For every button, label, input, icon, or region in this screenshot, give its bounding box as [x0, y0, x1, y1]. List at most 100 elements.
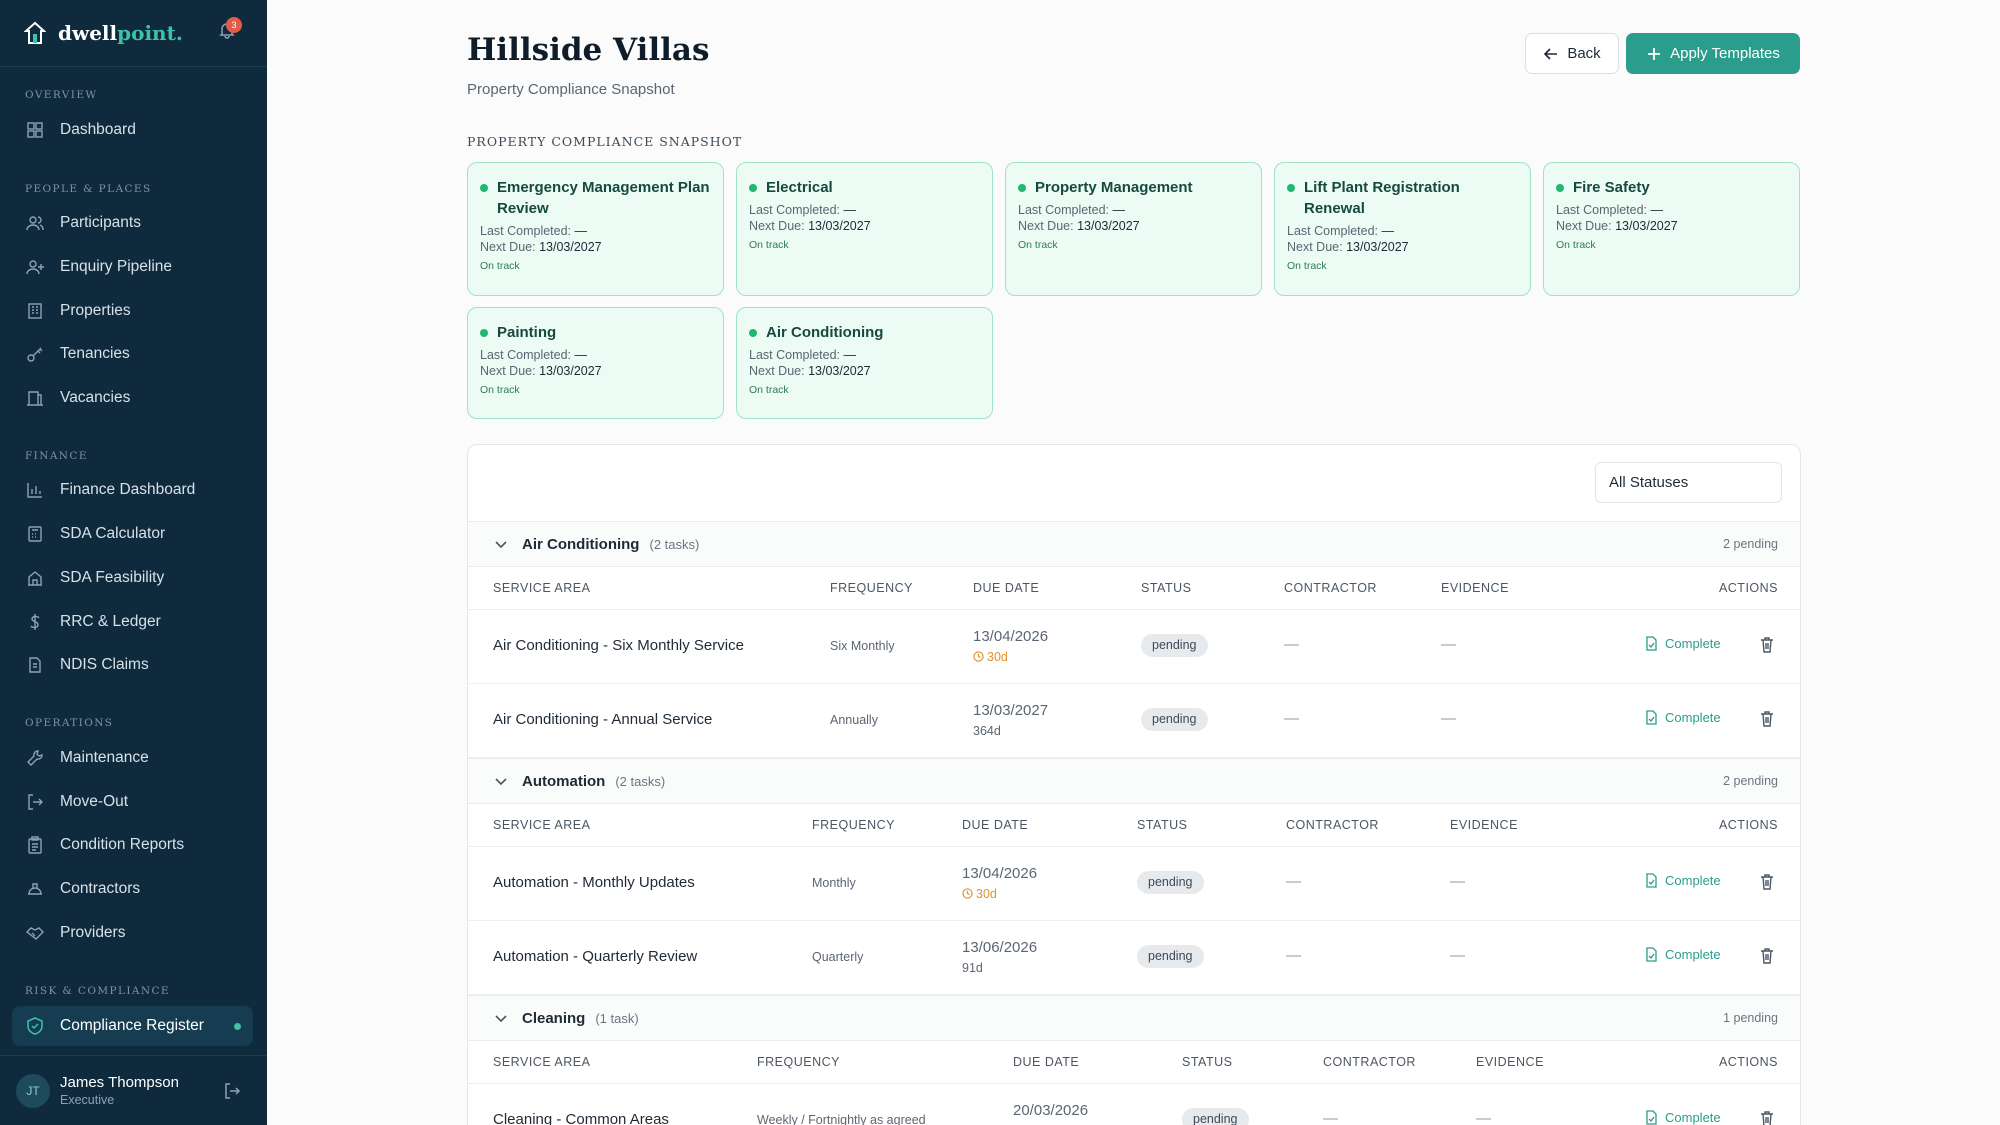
sidebar-item-vacancies[interactable]: Vacancies: [12, 378, 253, 418]
column-header: FREQUENCY: [812, 818, 895, 832]
frequency: Monthly: [812, 876, 856, 890]
complete-button[interactable]: Complete: [1644, 947, 1721, 962]
sidebar-item-maintenance[interactable]: Maintenance: [12, 738, 253, 778]
column-header: EVIDENCE: [1476, 1055, 1544, 1069]
evidence: —: [1441, 710, 1456, 727]
arrow-left-icon: [1544, 47, 1558, 60]
delete-button[interactable]: [1758, 947, 1776, 965]
sidebar-item-condition-reports[interactable]: Condition Reports: [12, 825, 253, 865]
service-area: Automation - Quarterly Review: [493, 948, 698, 965]
delete-button[interactable]: [1758, 1110, 1776, 1125]
group-header[interactable]: Cleaning (1 task) 1 pending: [468, 995, 1800, 1041]
sidebar-item-rrc-ledger[interactable]: RRC & Ledger: [12, 602, 253, 642]
complete-button[interactable]: Complete: [1644, 873, 1721, 888]
last-completed: Last Completed: —: [749, 348, 857, 362]
sidebar-item-tenancies[interactable]: Tenancies: [12, 334, 253, 374]
apply-templates-button[interactable]: Apply Templates: [1626, 33, 1800, 74]
trash-icon: [1761, 874, 1773, 890]
next-due: Next Due: 13/03/2027: [1556, 219, 1678, 233]
complete-button[interactable]: Complete: [1644, 1110, 1721, 1125]
compliance-card[interactable]: Air Conditioning Last Completed: — Next Du…: [736, 307, 993, 419]
sidebar-item-finance-dashboard[interactable]: Finance Dashboard: [12, 470, 253, 510]
user-profile[interactable]: JT James Thompson Executive: [0, 1055, 267, 1125]
last-completed: Last Completed: —: [480, 348, 588, 362]
card-status: On track: [1018, 239, 1058, 251]
sidebar-item-enquiry-pipeline[interactable]: Enquiry Pipeline: [12, 247, 253, 287]
file-check-icon: [1646, 873, 1657, 888]
calculator-icon: [28, 526, 42, 542]
card-status: On track: [749, 384, 789, 396]
group-pending-count: 2 pending: [1723, 537, 1778, 551]
days-remaining: 91d: [962, 961, 983, 975]
frequency: Quarterly: [812, 950, 864, 964]
sidebar-item-sda-feasibility[interactable]: SDA Feasibility: [12, 558, 253, 598]
card-title: Property Management: [1018, 177, 1249, 198]
column-header: STATUS: [1141, 581, 1192, 595]
page-subtitle: Property Compliance Snapshot: [467, 81, 675, 98]
feasibility-icon: [28, 571, 42, 586]
document-icon: [29, 657, 41, 673]
status-dot-icon: [749, 329, 757, 337]
sidebar-item-move-out[interactable]: Move-Out: [12, 782, 253, 822]
service-area: Automation - Monthly Updates: [493, 874, 695, 891]
card-title: Painting: [480, 322, 711, 343]
status-dot-icon: [1287, 184, 1295, 192]
status-filter-select[interactable]: All Statuses: [1595, 462, 1782, 503]
delete-button[interactable]: [1758, 873, 1776, 891]
back-button[interactable]: Back: [1525, 33, 1619, 74]
sidebar-item-participants[interactable]: Participants: [12, 203, 253, 243]
notification-count-badge: 3: [226, 17, 242, 33]
service-area: Cleaning - Common Areas: [493, 1111, 669, 1125]
bar-chart-icon: [27, 483, 42, 498]
logout-icon[interactable]: [222, 1081, 242, 1101]
column-header: FREQUENCY: [830, 581, 913, 595]
file-check-icon: [1646, 710, 1657, 725]
notifications-bell[interactable]: 3: [217, 17, 242, 40]
file-check-icon: [1646, 1110, 1657, 1125]
column-header: STATUS: [1182, 1055, 1233, 1069]
next-due: Next Due: 13/03/2027: [1287, 240, 1409, 254]
compliance-card[interactable]: Fire Safety Last Completed: — Next Due: 13…: [1543, 162, 1800, 296]
status-dot-icon: [480, 184, 488, 192]
service-area: Air Conditioning - Annual Service: [493, 711, 713, 728]
compliance-card[interactable]: Property Management Last Completed: — Next…: [1005, 162, 1262, 296]
column-header: ACTIONS: [1718, 1055, 1778, 1069]
frequency: Weekly / Fortnightly as agreed: [757, 1113, 926, 1125]
contractor: —: [1284, 710, 1299, 727]
card-title: Air Conditioning: [749, 322, 980, 343]
trash-icon: [1761, 637, 1773, 653]
wrench-icon: [27, 750, 43, 766]
column-header: DUE DATE: [962, 818, 1029, 832]
table-row: Air Conditioning - Annual Service Annuall…: [468, 684, 1800, 758]
table-row: Air Conditioning - Six Monthly Service Si…: [468, 610, 1800, 684]
service-area: Air Conditioning - Six Monthly Service: [493, 637, 744, 654]
vacancy-icon: [27, 391, 43, 406]
status-dot-icon: [1018, 184, 1026, 192]
sidebar-item-providers[interactable]: Providers: [12, 913, 253, 953]
sidebar-item-sda-calculator[interactable]: SDA Calculator: [12, 514, 253, 554]
delete-button[interactable]: [1758, 636, 1776, 654]
group-header[interactable]: Automation (2 tasks) 2 pending: [468, 758, 1800, 804]
compliance-card[interactable]: Painting Last Completed: — Next Due: 13/03…: [467, 307, 724, 419]
sidebar-item-compliance-register[interactable]: Compliance Register: [12, 1006, 253, 1046]
table-column-headers: SERVICE AREA FREQUENCY DUE DATE STATUS CONTR…: [468, 567, 1800, 610]
sidebar-item-properties[interactable]: Properties: [12, 291, 253, 331]
frequency: Annually: [830, 713, 878, 727]
group-header[interactable]: Air Conditioning (2 tasks) 2 pending: [468, 521, 1800, 567]
section-label-risk-compliance: RISK & COMPLIANCE: [25, 985, 170, 997]
column-header: DUE DATE: [973, 581, 1040, 595]
complete-button[interactable]: Complete: [1644, 636, 1721, 651]
compliance-card[interactable]: Electrical Last Completed: — Next Due: 13/…: [736, 162, 993, 296]
sidebar-item-contractors[interactable]: Contractors: [12, 869, 253, 909]
compliance-card[interactable]: Emergency Management Plan Review Last Com…: [467, 162, 724, 296]
compliance-card[interactable]: Lift Plant Registration Renewal Last Comp…: [1274, 162, 1531, 296]
card-title: Emergency Management Plan Review: [480, 177, 711, 219]
due-date: 13/04/2026: [973, 628, 1049, 645]
sidebar-item-ndis-claims[interactable]: NDIS Claims: [12, 645, 253, 685]
card-status: On track: [480, 384, 520, 396]
delete-button[interactable]: [1758, 710, 1776, 728]
card-title: Fire Safety: [1556, 177, 1787, 198]
contractor: —: [1323, 1110, 1338, 1125]
complete-button[interactable]: Complete: [1644, 710, 1721, 725]
sidebar-item-dashboard[interactable]: Dashboard: [12, 110, 253, 150]
